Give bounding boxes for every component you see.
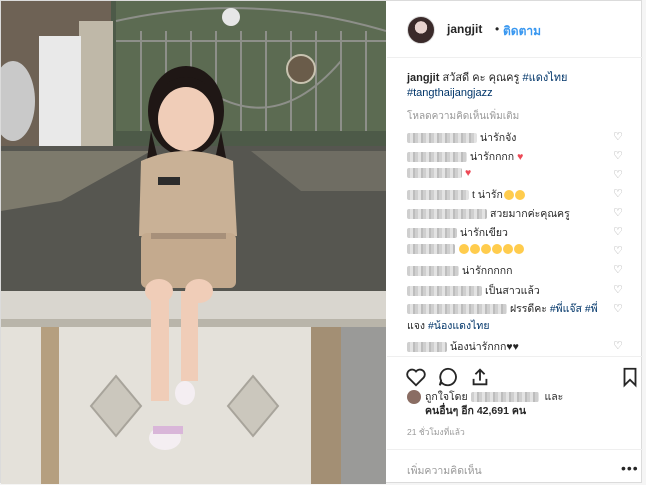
blurred-username [407,152,467,163]
comment-text: เป็นสาวแล้ว [485,285,540,297]
heart-eyes-emoji-icon [503,190,514,201]
comment-like-heart-icon[interactable]: ♡ [613,227,623,238]
comment-row: t น่ารัก [407,186,625,204]
comment-like-heart-icon[interactable]: ♡ [613,304,623,315]
blurred-username [407,209,487,220]
liker-avatar[interactable] [407,390,421,404]
blurred-username [407,286,482,297]
add-comment-input[interactable]: เพิ่มความคิดเห็น [407,462,482,479]
add-comment-bar: เพิ่มความคิดเห็น ••• [387,449,643,485]
caption-hashtag-2[interactable]: #tangthaijangjazz [407,87,493,99]
comment-row: น่ารักกกกก [407,262,625,280]
comment-row: ♥ [407,167,625,185]
comment-text: ฝรรดีคะ [510,303,547,315]
heart-eyes-emoji-icon [514,190,525,201]
comment-like-heart-icon[interactable]: ♡ [613,285,623,296]
comment-text: t น่ารัก [472,189,503,201]
blurred-username [407,133,477,144]
comment-row: น้องน่ารักกก♥♥ [407,338,625,356]
caption-hashtag-1[interactable]: #แดงไทย [522,72,567,84]
comment-row: เป็นสาวแล้ว [407,282,625,300]
comment-text: น้องน่ารักกก [450,341,507,353]
more-options-icon[interactable]: ••• [621,460,639,476]
photo-illustration [1,1,386,484]
comment-like-heart-icon[interactable]: ♡ [613,341,623,352]
instagram-post: jangjit • ติดตาม jangjit สวัสดี คะ คุณคร… [0,0,643,484]
comment-row: ฝรรดีคะ #พี่แจ๊ส #พี่ แจง #น้องแดงไทย [407,301,625,335]
comment-row [407,243,625,261]
blurred-username [407,228,457,239]
caption-username[interactable]: jangjit [407,72,439,84]
blurred-liker-name[interactable] [470,392,539,403]
comment-row: น่ารักจัง [407,129,625,147]
comment-hashtag[interactable]: #พี่ [585,303,598,315]
blurred-username [407,304,507,315]
share-icon[interactable] [469,366,491,388]
comment-bubble-icon[interactable] [437,366,459,388]
comment-row: สวยมากค่ะคุณครู [407,205,625,223]
comment-hashtag[interactable]: #น้องแดงไทย [428,320,490,332]
liked-by-prefix: ถูกใจโดย [425,391,468,403]
comment-like-heart-icon[interactable]: ♡ [613,208,623,219]
smile-emoji-icon [481,244,491,255]
blurred-username [407,190,469,201]
red-heart-emoji-icon: ♥ [514,151,524,163]
red-heart-emoji-icon: ♥ [465,167,472,179]
follow-button[interactable]: ติดตาม [503,22,541,41]
post-caption: jangjit สวัสดี คะ คุณครู #แดงไทย #tangth… [407,71,627,101]
sunglasses-emoji-icon [514,244,524,255]
post-timestamp[interactable]: 21 ชั่วโมงที่แล้ว [407,425,465,439]
comment-like-heart-icon[interactable]: ♡ [613,265,623,276]
username[interactable]: jangjit [447,22,482,36]
bookmark-icon[interactable] [619,366,641,388]
comment-text: น่ารักจัง [480,132,517,144]
sunglasses-emoji-icon [503,244,513,255]
separator-dot: • [495,22,500,36]
blurred-username [407,266,459,277]
liked-by-and: และ [544,391,564,403]
comment-like-heart-icon[interactable]: ♡ [613,132,623,143]
likes-count-link[interactable]: คนอื่นๆ อีก 42,691 คน [425,405,526,417]
post-photo[interactable] [1,1,386,484]
blurred-username [407,342,447,353]
post-header: jangjit • ติดตาม [387,1,643,58]
comment-like-heart-icon[interactable]: ♡ [613,189,623,200]
sunglasses-emoji-icon [492,244,502,255]
comment-like-heart-icon[interactable]: ♡ [613,151,623,162]
post-side-panel: jangjit • ติดตาม jangjit สวัสดี คะ คุณคร… [387,1,643,484]
like-heart-icon[interactable] [405,366,427,388]
smile-emoji-icon [470,244,480,255]
comment-row: น่ารักเขียว [407,224,625,242]
comment-like-heart-icon[interactable]: ♡ [613,246,623,257]
black-heart-emoji-icon: ♥♥ [506,341,519,353]
smile-emoji-icon [459,244,469,255]
comment-hashtag[interactable]: #พี่แจ๊ส [550,303,582,315]
comment-text: น่ารักกกก [470,151,515,163]
comment-text: น่ารักเขียว [460,227,508,239]
caption-text: สวัสดี คะ คุณครู [442,72,520,84]
comment-text: แจง [407,320,426,332]
comment-text: น่ารักกกกก [462,265,513,277]
load-more-comments-link[interactable]: โหลดความคิดเห็นเพิ่มเติม [407,109,519,124]
avatar[interactable] [407,16,435,44]
likes-summary: ถูกใจโดย และ คนอื่นๆ อีก 42,691 คน [407,390,637,418]
blurred-username [407,168,462,179]
comment-row: น่ารักกกก ♥ [407,148,625,166]
comment-text: สวยมากค่ะคุณครู [490,208,570,220]
comment-like-heart-icon[interactable]: ♡ [613,170,623,181]
blurred-username [407,244,455,255]
